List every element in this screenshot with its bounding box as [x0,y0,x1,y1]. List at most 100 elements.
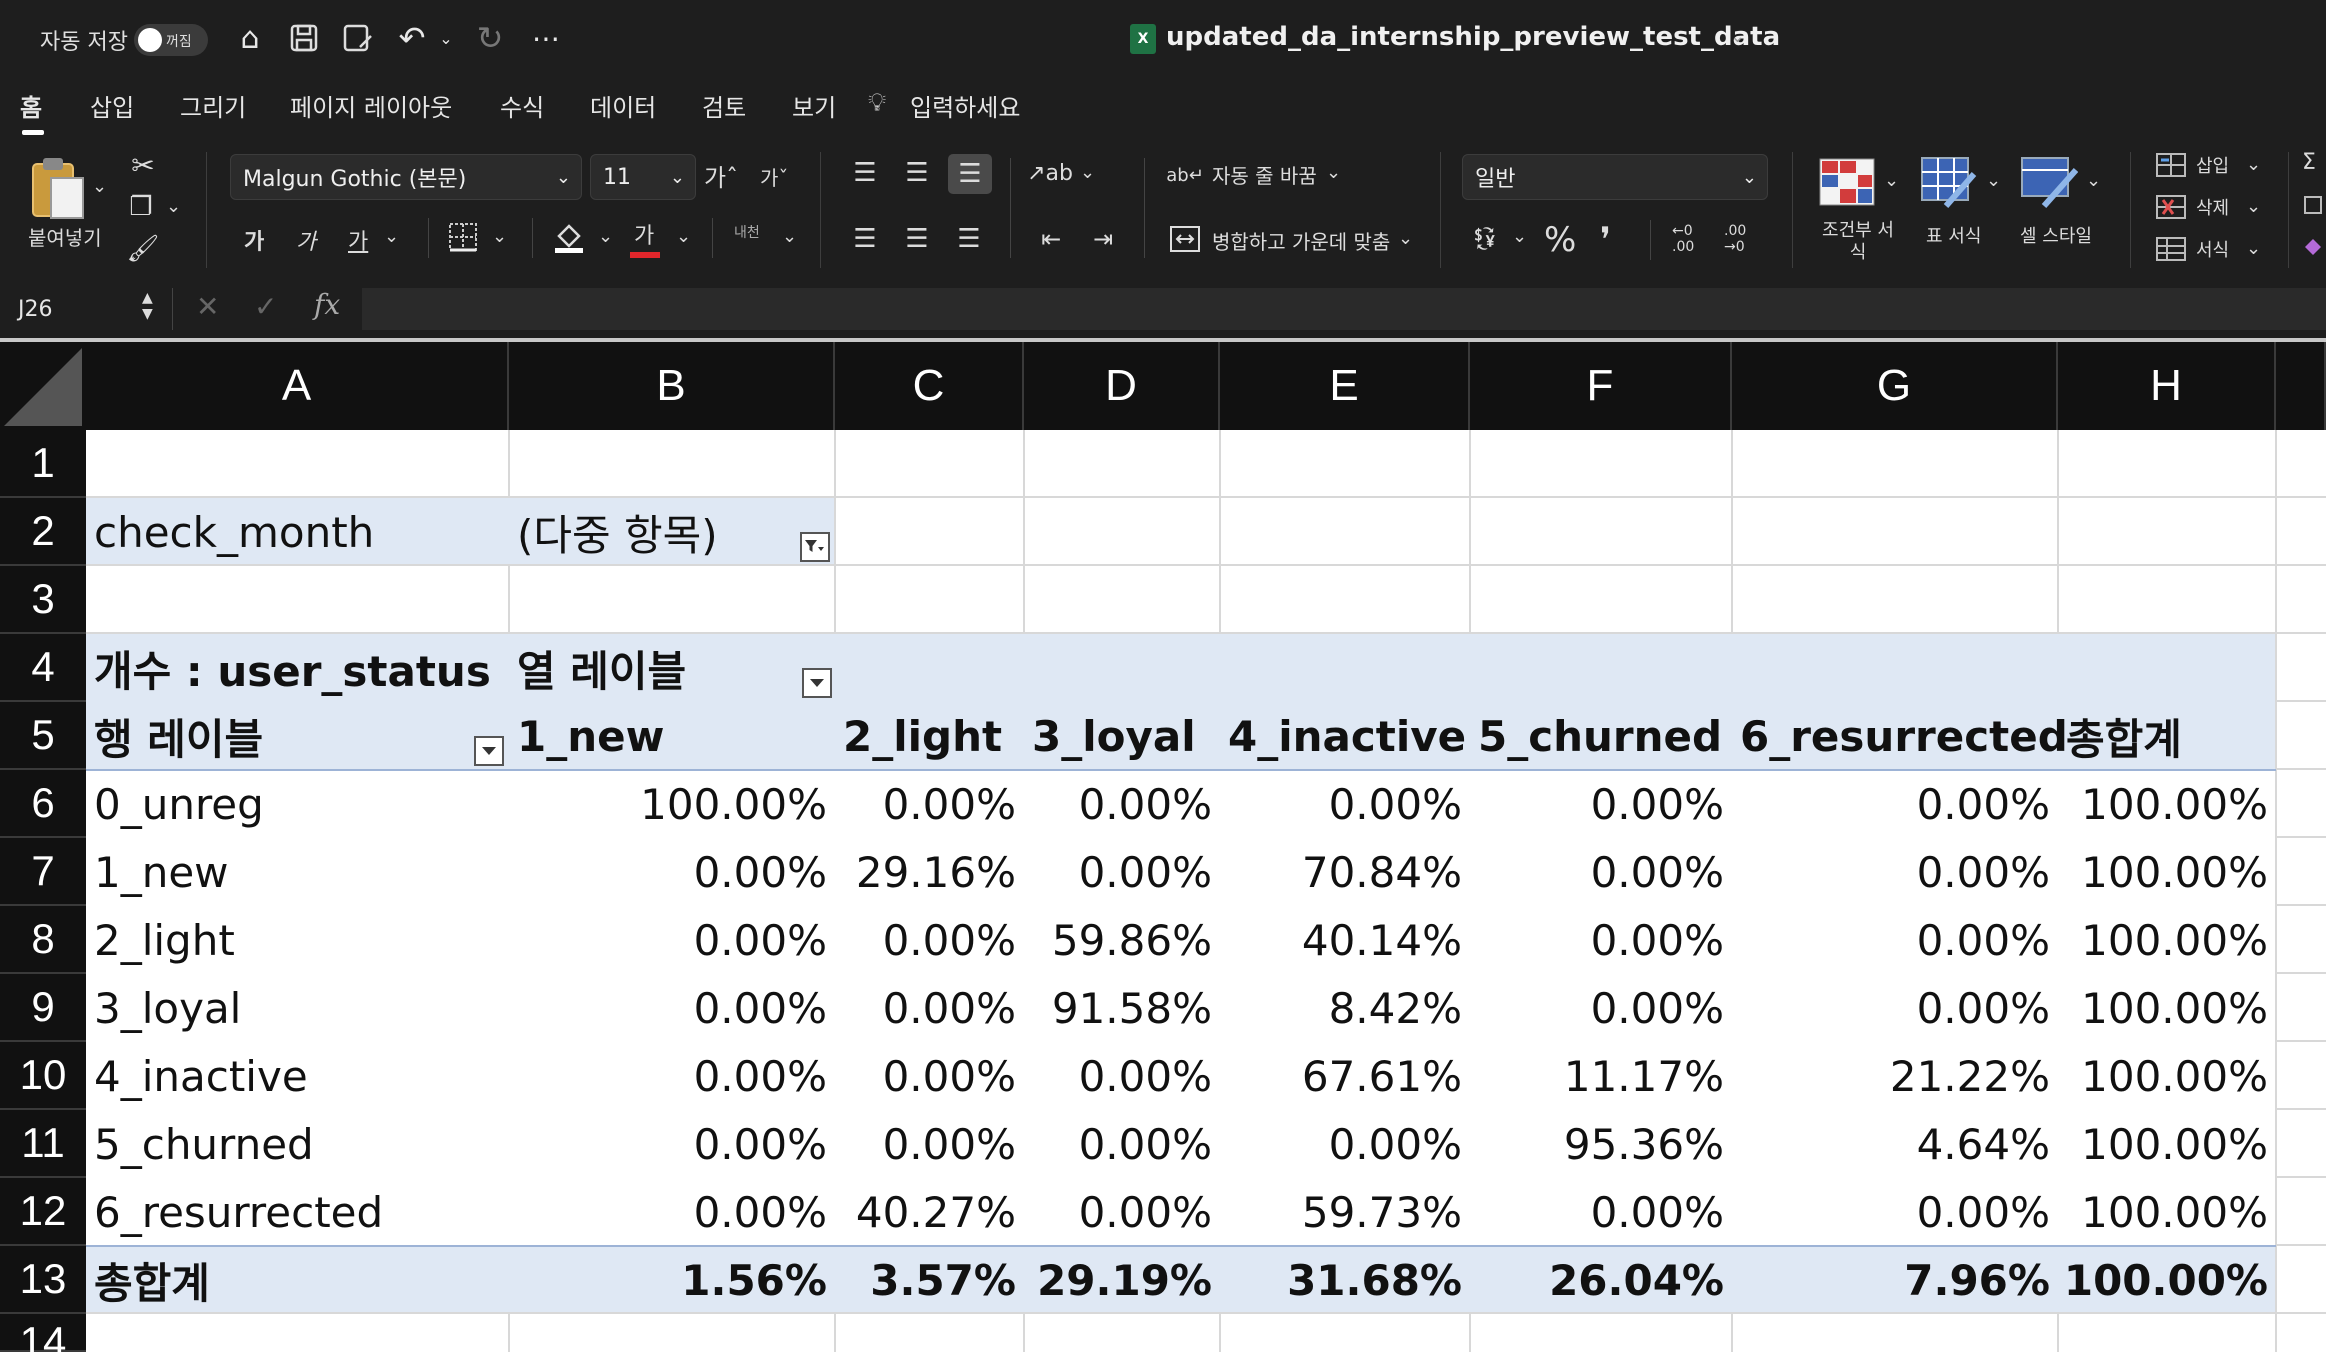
pivot-row-label[interactable]: 6_resurrected [86,1178,509,1246]
insert-cells-button[interactable]: 삽입 [2196,152,2229,178]
pivot-value-cell[interactable]: 0.00% [1470,974,1732,1042]
column-header-d[interactable]: D [1024,342,1220,430]
orientation-dropdown-icon[interactable]: ⌄ [1080,162,1095,183]
pivot-value-cell[interactable]: 59.86% [1024,906,1220,974]
insert-dropdown-icon[interactable]: ⌄ [2246,154,2261,175]
pivot-value-cell[interactable]: 29.16% [835,838,1024,906]
filter-icon[interactable] [800,532,830,562]
increase-decimal-button[interactable]: ←0 .00 [1672,222,1712,256]
pivot-value-cell[interactable]: 95.36% [1470,1110,1732,1178]
italic-button[interactable]: 가 [296,224,316,256]
pivot-filter-value[interactable]: (다중 항목) [509,498,835,566]
copy-dropdown-icon[interactable]: ⌄ [166,196,181,217]
tell-me-input[interactable]: 입력하세요 [910,88,1020,123]
pivot-value-cell[interactable]: 100.00% [2058,906,2276,974]
merge-icon[interactable] [1168,224,1202,254]
pivot-row-label[interactable]: 3_loyal [86,974,509,1042]
pivot-value-cell[interactable]: 0.00% [1024,1110,1220,1178]
pivot-value-cell[interactable]: 0.00% [835,1110,1024,1178]
increase-indent-icon[interactable]: ⇥ [1086,222,1120,256]
pivot-value-cell[interactable]: 0.00% [1470,1178,1732,1246]
column-header-i[interactable] [2276,342,2326,430]
pivot-value-cell[interactable]: 100.00% [2058,974,2276,1042]
conditional-dropdown-icon[interactable]: ⌄ [1884,170,1899,191]
cut-icon[interactable]: ✂ [126,148,160,182]
insert-function-icon[interactable]: fx [314,288,340,321]
underline-dropdown-icon[interactable]: ⌄ [384,226,399,247]
pivot-value-cell[interactable]: 0.00% [1732,906,2058,974]
pivot-value-cell[interactable]: 100.00% [2058,1178,2276,1246]
clear-icon[interactable] [2302,236,2324,258]
title-chevron-icon[interactable]: ⌄ [1730,26,1745,47]
pivot-total-cell[interactable]: 100.00% [2058,1246,2276,1314]
pivot-value-cell[interactable]: 0.00% [835,1042,1024,1110]
tab-page-layout[interactable]: 페이지 레이아웃 [290,88,452,123]
merge-dropdown-icon[interactable]: ⌄ [1398,228,1413,249]
wrap-text-button[interactable]: 자동 줄 바꿈 [1212,160,1317,189]
underline-button[interactable]: 가 [348,224,368,256]
currency-dropdown-icon[interactable]: ⌄ [1512,226,1527,247]
pivot-total-cell[interactable]: 7.96% [1732,1246,2058,1314]
align-middle-icon[interactable]: ☰ [900,156,934,190]
redo-icon[interactable]: ↻ [472,19,508,57]
pivot-row-label[interactable]: 5_churned [86,1110,509,1178]
row-header-5[interactable]: 5 [0,702,86,770]
pivot-value-cell[interactable]: 0.00% [1470,906,1732,974]
pivot-row-label[interactable]: 4_inactive [86,1042,509,1110]
format-dropdown-icon[interactable]: ⌄ [2246,238,2261,259]
column-labels-dropdown-icon[interactable] [802,668,832,698]
pivot-value-cell[interactable]: 0.00% [835,770,1024,838]
cell-styles-dropdown-icon[interactable]: ⌄ [2086,170,2101,191]
fill-dropdown-icon[interactable]: ⌄ [598,226,613,247]
align-center-icon[interactable]: ☰ [900,222,934,256]
tab-review[interactable]: 검토 [702,88,746,123]
name-box-stepper-icon[interactable]: ▲ ▼ [142,290,153,322]
row-header-6[interactable]: 6 [0,770,86,838]
pivot-value-cell[interactable]: 0.00% [509,906,835,974]
pivot-value-cell[interactable]: 100.00% [2058,1110,2276,1178]
format-cells-button[interactable]: 서식 [2196,236,2229,262]
pivot-value-cell[interactable]: 21.22% [1732,1042,2058,1110]
pivot-value-cell[interactable]: 11.17% [1470,1042,1732,1110]
paste-icon[interactable] [26,154,90,224]
pivot-value-cell[interactable]: 0.00% [835,906,1024,974]
align-left-icon[interactable]: ☰ [848,222,882,256]
align-right-icon[interactable]: ☰ [952,222,986,256]
column-header-g[interactable]: G [1732,342,2058,430]
font-size-select[interactable]: 11 ⌄ [590,154,696,200]
pivot-value-cell[interactable]: 0.00% [509,838,835,906]
cell-styles-label[interactable]: 셀 스타일 [2020,222,2092,248]
font-name-select[interactable]: Malgun Gothic (본문) ⌄ [230,154,582,200]
pivot-row-label[interactable]: 2_light [86,906,509,974]
confirm-entry-icon[interactable]: ✓ [254,290,277,323]
pivot-total-cell[interactable]: 3.57% [835,1246,1024,1314]
save-icon[interactable] [286,20,322,56]
font-color-button[interactable]: 가 [628,216,662,260]
borders-dropdown-icon[interactable]: ⌄ [492,226,507,247]
tab-draw[interactable]: 그리기 [180,88,246,123]
format-as-table-icon[interactable] [1918,154,1980,210]
comma-button[interactable]: ❜ [1600,220,1611,260]
home-icon[interactable]: ⌂ [232,20,268,56]
pivot-value-cell[interactable]: 100.00% [2058,838,2276,906]
undo-dropdown-icon[interactable]: ⌄ [436,24,456,52]
paste-dropdown-icon[interactable]: ⌄ [92,176,107,197]
pivot-total-cell[interactable]: 1.56% [509,1246,835,1314]
pivot-value-cell[interactable]: 0.00% [509,1042,835,1110]
pivot-total-cell[interactable]: 31.68% [1220,1246,1470,1314]
column-header-f[interactable]: F [1470,342,1732,430]
formula-input[interactable] [362,288,2326,330]
pivot-value-cell[interactable]: 100.00% [2058,1042,2276,1110]
grow-font-button[interactable]: 가ˆ [704,158,738,193]
wrap-text-icon[interactable]: ab↵ [1166,158,1204,192]
pivot-value-cell[interactable]: 0.00% [1220,770,1470,838]
pivot-value-cell[interactable]: 0.00% [1024,838,1220,906]
orientation-icon[interactable]: ↗ab [1027,156,1073,190]
autosave-toggle[interactable]: 꺼짐 [134,24,208,56]
pivot-value-cell[interactable]: 0.00% [1024,770,1220,838]
row-header-4[interactable]: 4 [0,634,86,702]
align-bottom-icon[interactable]: ☰ [948,154,992,194]
column-header-b[interactable]: B [509,342,835,430]
row-header-3[interactable]: 3 [0,566,86,634]
column-header-c[interactable]: C [835,342,1024,430]
